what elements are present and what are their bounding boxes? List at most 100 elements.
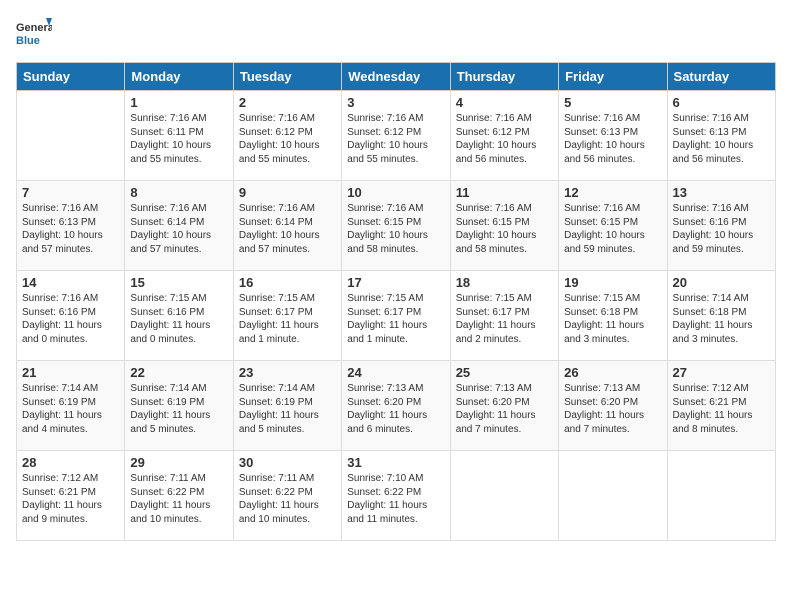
calendar-cell: 2 Sunrise: 7:16 AM Sunset: 6:12 PM Daylig…: [233, 91, 341, 181]
calendar-cell: 9Sunrise: 7:16 AM Sunset: 6:14 PM Daylig…: [233, 181, 341, 271]
calendar-week-2: 7 Sunrise: 7:16 AM Sunset: 6:13 PM Daylig…: [17, 181, 776, 271]
day-number: 3: [347, 95, 444, 110]
day-info: Sunrise: 7:13 AM Sunset: 6:20 PM Dayligh…: [347, 382, 444, 436]
calendar-cell: 1 Sunrise: 7:16 AM Sunset: 6:11 PM Daylig…: [125, 91, 233, 181]
calendar-cell: 6Sunrise: 7:16 AM Sunset: 6:13 PM Daylig…: [667, 91, 775, 181]
day-info: Sunrise: 7:10 AM Sunset: 6:22 PM Dayligh…: [347, 472, 444, 526]
day-number: 24: [347, 365, 444, 380]
col-header-friday: Friday: [559, 63, 667, 91]
day-info: Sunrise: 7:16 AM Sunset: 6:13 PM Dayligh…: [22, 202, 119, 256]
day-number: 26: [564, 365, 661, 380]
calendar-cell: 30 Sunrise: 7:11 AM Sunset: 6:22 PM Dayli…: [233, 451, 341, 541]
calendar-cell: [667, 451, 775, 541]
day-info: Sunrise: 7:14 AM Sunset: 6:19 PM Dayligh…: [239, 382, 336, 436]
day-number: 22: [130, 365, 227, 380]
day-number: 10: [347, 185, 444, 200]
calendar-cell: [450, 451, 558, 541]
day-info: Sunrise: 7:16 AM Sunset: 6:16 PM Dayligh…: [22, 292, 119, 346]
day-info: Sunrise: 7:16 AM Sunset: 6:12 PM Dayligh…: [456, 112, 553, 166]
calendar-cell: 24 Sunrise: 7:13 AM Sunset: 6:20 PM Dayli…: [342, 361, 450, 451]
day-number: 20: [673, 275, 770, 290]
calendar-cell: 14 Sunrise: 7:16 AM Sunset: 6:16 PM Dayli…: [17, 271, 125, 361]
day-number: 4: [456, 95, 553, 110]
col-header-tuesday: Tuesday: [233, 63, 341, 91]
col-header-wednesday: Wednesday: [342, 63, 450, 91]
day-info: Sunrise: 7:14 AM Sunset: 6:18 PM Dayligh…: [673, 292, 770, 346]
day-number: 13: [673, 185, 770, 200]
day-number: 14: [22, 275, 119, 290]
calendar-cell: [559, 451, 667, 541]
calendar-cell: 18Sunrise: 7:15 AM Sunset: 6:17 PM Dayli…: [450, 271, 558, 361]
calendar-week-5: 28Sunrise: 7:12 AM Sunset: 6:21 PM Dayli…: [17, 451, 776, 541]
day-info: Sunrise: 7:15 AM Sunset: 6:16 PM Dayligh…: [130, 292, 227, 346]
day-number: 21: [22, 365, 119, 380]
day-info: Sunrise: 7:14 AM Sunset: 6:19 PM Dayligh…: [22, 382, 119, 436]
calendar-week-4: 21 Sunrise: 7:14 AM Sunset: 6:19 PM Dayli…: [17, 361, 776, 451]
day-info: Sunrise: 7:16 AM Sunset: 6:11 PM Dayligh…: [130, 112, 227, 166]
day-number: 25: [456, 365, 553, 380]
calendar-cell: 15Sunrise: 7:15 AM Sunset: 6:16 PM Dayli…: [125, 271, 233, 361]
calendar-cell: 10 Sunrise: 7:16 AM Sunset: 6:15 PM Dayli…: [342, 181, 450, 271]
day-info: Sunrise: 7:12 AM Sunset: 6:21 PM Dayligh…: [673, 382, 770, 436]
day-info: Sunrise: 7:16 AM Sunset: 6:15 PM Dayligh…: [456, 202, 553, 256]
day-info: Sunrise: 7:14 AM Sunset: 6:19 PM Dayligh…: [130, 382, 227, 436]
calendar-cell: 25Sunrise: 7:13 AM Sunset: 6:20 PM Dayli…: [450, 361, 558, 451]
day-number: 27: [673, 365, 770, 380]
day-info: Sunrise: 7:16 AM Sunset: 6:12 PM Dayligh…: [239, 112, 336, 166]
calendar-cell: 27 Sunrise: 7:12 AM Sunset: 6:21 PM Dayli…: [667, 361, 775, 451]
day-number: 11: [456, 185, 553, 200]
day-info: Sunrise: 7:16 AM Sunset: 6:15 PM Dayligh…: [564, 202, 661, 256]
col-header-saturday: Saturday: [667, 63, 775, 91]
day-info: Sunrise: 7:16 AM Sunset: 6:14 PM Dayligh…: [130, 202, 227, 256]
calendar-cell: 3 Sunrise: 7:16 AM Sunset: 6:12 PM Daylig…: [342, 91, 450, 181]
day-info: Sunrise: 7:15 AM Sunset: 6:17 PM Dayligh…: [347, 292, 444, 346]
calendar-cell: [17, 91, 125, 181]
day-info: Sunrise: 7:11 AM Sunset: 6:22 PM Dayligh…: [130, 472, 227, 526]
calendar-cell: 22 Sunrise: 7:14 AM Sunset: 6:19 PM Dayli…: [125, 361, 233, 451]
calendar-header-row: SundayMondayTuesdayWednesdayThursdayFrid…: [17, 63, 776, 91]
calendar-cell: 13Sunrise: 7:16 AM Sunset: 6:16 PM Dayli…: [667, 181, 775, 271]
calendar-cell: 8Sunrise: 7:16 AM Sunset: 6:14 PM Daylig…: [125, 181, 233, 271]
day-number: 12: [564, 185, 661, 200]
day-info: Sunrise: 7:16 AM Sunset: 6:12 PM Dayligh…: [347, 112, 444, 166]
calendar-table: SundayMondayTuesdayWednesdayThursdayFrid…: [16, 62, 776, 541]
col-header-monday: Monday: [125, 63, 233, 91]
calendar-cell: 16 Sunrise: 7:15 AM Sunset: 6:17 PM Dayli…: [233, 271, 341, 361]
calendar-week-1: 1 Sunrise: 7:16 AM Sunset: 6:11 PM Daylig…: [17, 91, 776, 181]
calendar-week-3: 14 Sunrise: 7:16 AM Sunset: 6:16 PM Dayli…: [17, 271, 776, 361]
calendar-cell: 23 Sunrise: 7:14 AM Sunset: 6:19 PM Dayli…: [233, 361, 341, 451]
day-number: 1: [130, 95, 227, 110]
logo: General Blue: [16, 16, 52, 52]
logo-svg: General Blue: [16, 16, 52, 52]
day-info: Sunrise: 7:13 AM Sunset: 6:20 PM Dayligh…: [564, 382, 661, 436]
day-info: Sunrise: 7:16 AM Sunset: 6:15 PM Dayligh…: [347, 202, 444, 256]
day-number: 30: [239, 455, 336, 470]
calendar-cell: 21 Sunrise: 7:14 AM Sunset: 6:19 PM Dayli…: [17, 361, 125, 451]
day-info: Sunrise: 7:15 AM Sunset: 6:17 PM Dayligh…: [456, 292, 553, 346]
day-number: 6: [673, 95, 770, 110]
calendar-cell: 20 Sunrise: 7:14 AM Sunset: 6:18 PM Dayli…: [667, 271, 775, 361]
calendar-cell: 7 Sunrise: 7:16 AM Sunset: 6:13 PM Daylig…: [17, 181, 125, 271]
day-number: 16: [239, 275, 336, 290]
day-number: 19: [564, 275, 661, 290]
calendar-cell: 11 Sunrise: 7:16 AM Sunset: 6:15 PM Dayli…: [450, 181, 558, 271]
calendar-cell: 4 Sunrise: 7:16 AM Sunset: 6:12 PM Daylig…: [450, 91, 558, 181]
svg-text:Blue: Blue: [16, 35, 40, 47]
day-number: 31: [347, 455, 444, 470]
calendar-cell: 31 Sunrise: 7:10 AM Sunset: 6:22 PM Dayli…: [342, 451, 450, 541]
day-info: Sunrise: 7:16 AM Sunset: 6:13 PM Dayligh…: [564, 112, 661, 166]
day-info: Sunrise: 7:15 AM Sunset: 6:17 PM Dayligh…: [239, 292, 336, 346]
day-number: 17: [347, 275, 444, 290]
calendar-cell: 28Sunrise: 7:12 AM Sunset: 6:21 PM Dayli…: [17, 451, 125, 541]
day-number: 2: [239, 95, 336, 110]
day-info: Sunrise: 7:16 AM Sunset: 6:14 PM Dayligh…: [239, 202, 336, 256]
day-number: 28: [22, 455, 119, 470]
page-header: General Blue: [16, 16, 776, 52]
day-number: 7: [22, 185, 119, 200]
calendar-cell: 26 Sunrise: 7:13 AM Sunset: 6:20 PM Dayli…: [559, 361, 667, 451]
calendar-cell: 29Sunrise: 7:11 AM Sunset: 6:22 PM Dayli…: [125, 451, 233, 541]
calendar-body: 1 Sunrise: 7:16 AM Sunset: 6:11 PM Daylig…: [17, 91, 776, 541]
day-info: Sunrise: 7:11 AM Sunset: 6:22 PM Dayligh…: [239, 472, 336, 526]
day-number: 23: [239, 365, 336, 380]
col-header-sunday: Sunday: [17, 63, 125, 91]
